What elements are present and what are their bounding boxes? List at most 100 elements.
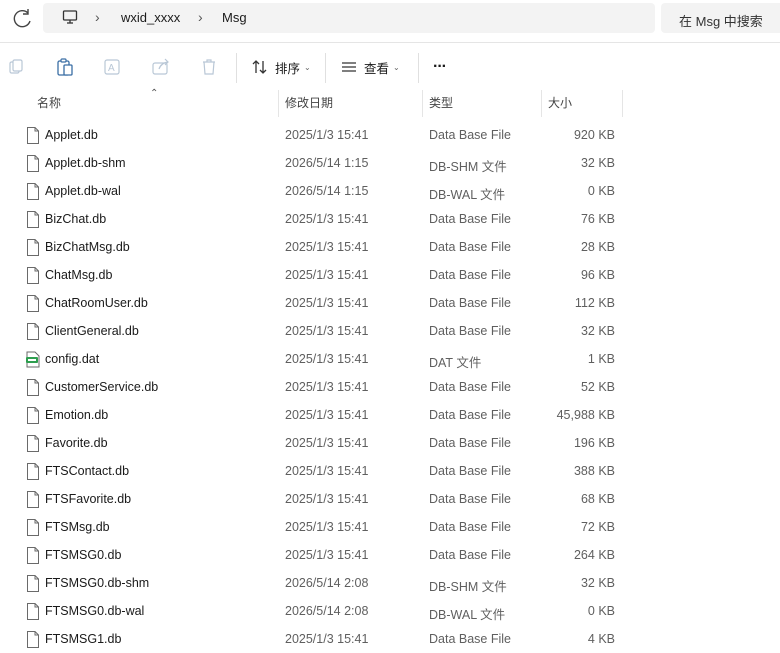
- file-row[interactable]: ClientGeneral.db 2025/1/3 15:41 Data Base …: [0, 317, 780, 345]
- file-icon: [27, 155, 39, 172]
- svg-text:A: A: [108, 63, 115, 74]
- breadcrumb-item-msg[interactable]: Msg: [222, 10, 247, 25]
- file-row[interactable]: Applet.db-wal 2026/5/14 1:15 DB-WAL 文件 0 KB: [0, 177, 780, 205]
- file-modified-date: 2025/1/3 15:41: [285, 240, 369, 254]
- file-row[interactable]: FTSContact.db 2025/1/3 15:41 Data Base Fil…: [0, 457, 780, 485]
- file-name: FTSMsg.db: [45, 520, 110, 534]
- file-name: Favorite.db: [45, 436, 108, 450]
- file-name: Applet.db-wal: [45, 184, 121, 198]
- rename-icon[interactable]: A: [103, 57, 123, 77]
- file-name: FTSContact.db: [45, 464, 130, 478]
- column-divider[interactable]: [278, 90, 279, 117]
- file-size: 32 KB: [580, 324, 615, 338]
- file-modified-date: 2026/5/14 2:08: [285, 576, 369, 590]
- column-header-name[interactable]: 名称: [37, 90, 61, 117]
- file-row[interactable]: BizChatMsg.db 2025/1/3 15:41 Data Base Fil…: [0, 233, 780, 261]
- file-modified-date: 2025/1/3 15:41: [285, 296, 369, 310]
- paste-icon[interactable]: [55, 57, 75, 77]
- file-row[interactable]: BizChat.db 2025/1/3 15:41 Data Base File 76…: [0, 205, 780, 233]
- search-input[interactable]: 在 Msg 中搜索: [661, 3, 780, 33]
- file-icon: [27, 323, 39, 340]
- chevron-right-icon[interactable]: ›: [198, 9, 203, 25]
- column-header-size[interactable]: 大小: [548, 90, 572, 117]
- file-size: 76 KB: [580, 212, 615, 226]
- file-type: Data Base File: [429, 128, 511, 142]
- file-icon: [27, 211, 39, 228]
- file-modified-date: 2025/1/3 15:41: [285, 352, 369, 366]
- sort-label: 排序: [275, 61, 301, 76]
- share-icon[interactable]: [151, 57, 171, 77]
- sort-icon: [252, 60, 267, 74]
- file-row[interactable]: ChatMsg.db 2025/1/3 15:41 Data Base File 96…: [0, 261, 780, 289]
- file-type: Data Base File: [429, 268, 511, 282]
- file-icon: [27, 239, 39, 256]
- command-bar: A 排序 ⌄ 查看 ⌄ ···: [0, 42, 780, 91]
- chevron-right-icon[interactable]: ›: [95, 9, 100, 25]
- file-name: FTSMSG0.db-shm: [45, 576, 150, 590]
- file-icon: [27, 267, 39, 284]
- file-type: Data Base File: [429, 324, 511, 338]
- view-button[interactable]: 查看 ⌄: [340, 55, 400, 79]
- file-size: 52 KB: [580, 380, 615, 394]
- file-type: Data Base File: [429, 240, 511, 254]
- file-icon: [27, 435, 39, 452]
- file-row[interactable]: FTSMSG0.db-wal 2026/5/14 2:08 DB-WAL 文件 0 K…: [0, 597, 780, 625]
- file-modified-date: 2025/1/3 15:41: [285, 380, 369, 394]
- column-divider[interactable]: [541, 90, 542, 117]
- column-divider[interactable]: [622, 90, 623, 117]
- file-size: 32 KB: [580, 576, 615, 590]
- breadcrumb-item-wxid[interactable]: wxid_xxxx: [121, 10, 180, 25]
- sort-button[interactable]: 排序 ⌄: [251, 55, 311, 79]
- file-row[interactable]: FTSMSG0.db-shm 2026/5/14 2:08 DB-SHM 文件 32 …: [0, 569, 780, 597]
- column-header-date[interactable]: 修改日期: [285, 90, 333, 117]
- file-icon: [27, 379, 39, 396]
- column-header-type[interactable]: 类型: [429, 90, 453, 117]
- file-icon: [27, 183, 39, 200]
- file-type: DB-SHM 文件: [429, 160, 507, 174]
- file-icon: [27, 547, 39, 564]
- file-row[interactable]: FTSFavorite.db 2025/1/3 15:41 Data Base Fi…: [0, 485, 780, 513]
- file-icon: [27, 603, 39, 620]
- file-size: 32 KB: [580, 156, 615, 170]
- file-row[interactable]: ChatRoomUser.db 2025/1/3 15:41 Data Base F…: [0, 289, 780, 317]
- file-type: Data Base File: [429, 520, 511, 534]
- file-type: DAT 文件: [429, 356, 482, 370]
- file-size: 264 KB: [573, 548, 615, 562]
- file-row[interactable]: FTSMSG1.db 2025/1/3 15:41 Data Base File 4 …: [0, 625, 780, 653]
- file-modified-date: 2025/1/3 15:41: [285, 212, 369, 226]
- view-icon: [342, 62, 356, 72]
- file-name: BizChatMsg.db: [45, 240, 130, 254]
- file-name: config.dat: [45, 352, 100, 366]
- refresh-button[interactable]: [8, 5, 36, 33]
- file-row[interactable]: CustomerService.db 2025/1/3 15:41 Data Bas…: [0, 373, 780, 401]
- cut-icon[interactable]: [6, 57, 26, 77]
- file-icon: [27, 407, 39, 424]
- file-name: FTSMSG1.db: [45, 632, 122, 646]
- file-name: ChatMsg.db: [45, 268, 113, 282]
- search-placeholder: 在 Msg 中搜索: [679, 14, 763, 29]
- file-row[interactable]: FTSMSG0.db 2025/1/3 15:41 Data Base File 26…: [0, 541, 780, 569]
- file-name: ClientGeneral.db: [45, 324, 139, 338]
- file-icon: [27, 295, 39, 312]
- file-row[interactable]: config.dat 2025/1/3 15:41 DAT 文件 1 KB: [0, 345, 780, 373]
- file-type: Data Base File: [429, 492, 511, 506]
- file-name: CustomerService.db: [45, 380, 159, 394]
- file-icon: [27, 463, 39, 480]
- file-row[interactable]: Applet.db-shm 2026/5/14 1:15 DB-SHM 文件 32 K…: [0, 149, 780, 177]
- this-pc-icon[interactable]: [62, 9, 78, 25]
- file-modified-date: 2025/1/3 15:41: [285, 408, 369, 422]
- file-type: Data Base File: [429, 380, 511, 394]
- file-size: 388 KB: [573, 464, 615, 478]
- file-row[interactable]: Emotion.db 2025/1/3 15:41 Data Base File 45…: [0, 401, 780, 429]
- file-row[interactable]: Applet.db 2025/1/3 15:41 Data Base File 920…: [0, 121, 780, 149]
- column-divider[interactable]: [422, 90, 423, 117]
- file-modified-date: 2026/5/14 1:15: [285, 156, 369, 170]
- more-options-button[interactable]: ···: [433, 55, 447, 79]
- delete-icon[interactable]: [199, 57, 219, 77]
- file-modified-date: 2025/1/3 15:41: [285, 492, 369, 506]
- file-row[interactable]: FTSMsg.db 2025/1/3 15:41 Data Base File 72 …: [0, 513, 780, 541]
- file-type: DB-WAL 文件: [429, 608, 506, 622]
- file-row[interactable]: Favorite.db 2025/1/3 15:41 Data Base File 1…: [0, 429, 780, 457]
- column-header-row: ⌃ 名称 修改日期 类型 大小: [0, 88, 780, 117]
- file-size: 28 KB: [580, 240, 615, 254]
